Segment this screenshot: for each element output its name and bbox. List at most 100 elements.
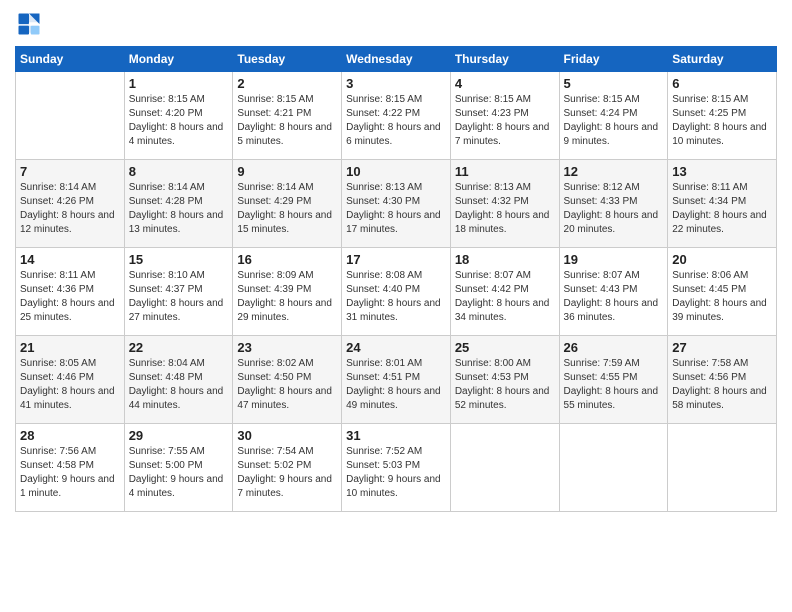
weekday-header-monday: Monday [124,47,233,72]
calendar-cell: 3 Sunrise: 8:15 AMSunset: 4:22 PMDaylight… [342,72,451,160]
calendar-cell: 28Sunrise: 7:56 AMSunset: 4:58 PMDayligh… [16,424,125,512]
calendar-cell: 13 Sunrise: 8:11 AMSunset: 4:34 PMDayligh… [668,160,777,248]
calendar-week-row: 14 Sunrise: 8:11 AMSunset: 4:36 PMDayligh… [16,248,777,336]
calendar-cell: 25 Sunrise: 8:00 AMSunset: 4:53 PMDayligh… [450,336,559,424]
calendar-cell [668,424,777,512]
calendar-week-row: 1 Sunrise: 8:15 AMSunset: 4:20 PMDaylight… [16,72,777,160]
calendar-cell: 8Sunrise: 8:14 AMSunset: 4:28 PMDaylight… [124,160,233,248]
day-info: Sunrise: 8:15 AMSunset: 4:25 PMDaylight:… [672,93,772,149]
day-info: Sunrise: 8:04 AMSunset: 4:48 PMDaylight:… [129,357,229,413]
calendar-cell: 23 Sunrise: 8:02 AMSunset: 4:50 PMDayligh… [233,336,342,424]
day-number: 13 [672,164,772,179]
calendar-cell: 2 Sunrise: 8:15 AMSunset: 4:21 PMDaylight… [233,72,342,160]
calendar-week-row: 7 Sunrise: 8:14 AMSunset: 4:26 PMDaylight… [16,160,777,248]
calendar-cell: 4 Sunrise: 8:15 AMSunset: 4:23 PMDaylight… [450,72,559,160]
day-number: 19 [564,252,664,267]
day-info: Sunrise: 7:56 AMSunset: 4:58 PMDaylight:… [20,445,120,501]
day-number: 22 [129,340,229,355]
day-info: Sunrise: 8:14 AMSunset: 4:26 PMDaylight:… [20,181,120,237]
calendar-cell: 24 Sunrise: 8:01 AMSunset: 4:51 PMDayligh… [342,336,451,424]
header [15,10,777,38]
day-number: 26 [564,340,664,355]
weekday-header-friday: Friday [559,47,668,72]
day-number: 12 [564,164,664,179]
day-number: 11 [455,164,555,179]
day-number: 6 [672,76,772,91]
calendar-cell: 17 Sunrise: 8:08 AMSunset: 4:40 PMDayligh… [342,248,451,336]
page: SundayMondayTuesdayWednesdayThursdayFrid… [0,0,792,612]
day-number: 3 [346,76,446,91]
calendar-cell: 29Sunrise: 7:55 AMSunset: 5:00 PMDayligh… [124,424,233,512]
calendar-cell: 14 Sunrise: 8:11 AMSunset: 4:36 PMDayligh… [16,248,125,336]
calendar-cell [450,424,559,512]
day-number: 17 [346,252,446,267]
calendar-cell: 26 Sunrise: 7:59 AMSunset: 4:55 PMDayligh… [559,336,668,424]
weekday-header-row: SundayMondayTuesdayWednesdayThursdayFrid… [16,47,777,72]
calendar-cell: 27Sunrise: 7:58 AMSunset: 4:56 PMDayligh… [668,336,777,424]
day-info: Sunrise: 8:01 AMSunset: 4:51 PMDaylight:… [346,357,446,413]
day-info: Sunrise: 8:00 AMSunset: 4:53 PMDaylight:… [455,357,555,413]
calendar-table: SundayMondayTuesdayWednesdayThursdayFrid… [15,46,777,512]
day-info: Sunrise: 8:10 AMSunset: 4:37 PMDaylight:… [129,269,229,325]
day-number: 20 [672,252,772,267]
calendar-cell: 15Sunrise: 8:10 AMSunset: 4:37 PMDayligh… [124,248,233,336]
day-info: Sunrise: 7:54 AMSunset: 5:02 PMDaylight:… [237,445,337,501]
day-number: 10 [346,164,446,179]
day-number: 5 [564,76,664,91]
day-number: 7 [20,164,120,179]
calendar-cell: 1 Sunrise: 8:15 AMSunset: 4:20 PMDaylight… [124,72,233,160]
calendar-cell: 12 Sunrise: 8:12 AMSunset: 4:33 PMDayligh… [559,160,668,248]
calendar-cell: 30 Sunrise: 7:54 AMSunset: 5:02 PMDayligh… [233,424,342,512]
day-number: 24 [346,340,446,355]
day-number: 1 [129,76,229,91]
day-info: Sunrise: 8:15 AMSunset: 4:21 PMDaylight:… [237,93,337,149]
weekday-header-tuesday: Tuesday [233,47,342,72]
day-info: Sunrise: 8:14 AMSunset: 4:29 PMDaylight:… [237,181,337,237]
day-info: Sunrise: 8:02 AMSunset: 4:50 PMDaylight:… [237,357,337,413]
day-info: Sunrise: 8:14 AMSunset: 4:28 PMDaylight:… [129,181,229,237]
calendar-cell: 19 Sunrise: 8:07 AMSunset: 4:43 PMDayligh… [559,248,668,336]
day-number: 30 [237,428,337,443]
day-info: Sunrise: 8:11 AMSunset: 4:36 PMDaylight:… [20,269,120,325]
day-info: Sunrise: 8:07 AMSunset: 4:43 PMDaylight:… [564,269,664,325]
day-info: Sunrise: 8:15 AMSunset: 4:20 PMDaylight:… [129,93,229,149]
calendar-week-row: 21 Sunrise: 8:05 AMSunset: 4:46 PMDayligh… [16,336,777,424]
weekday-header-wednesday: Wednesday [342,47,451,72]
day-number: 2 [237,76,337,91]
calendar-cell: 9 Sunrise: 8:14 AMSunset: 4:29 PMDaylight… [233,160,342,248]
day-number: 21 [20,340,120,355]
calendar-cell: 7 Sunrise: 8:14 AMSunset: 4:26 PMDaylight… [16,160,125,248]
day-info: Sunrise: 8:12 AMSunset: 4:33 PMDaylight:… [564,181,664,237]
weekday-header-saturday: Saturday [668,47,777,72]
day-number: 4 [455,76,555,91]
day-info: Sunrise: 8:06 AMSunset: 4:45 PMDaylight:… [672,269,772,325]
logo-icon [15,10,43,38]
day-info: Sunrise: 7:59 AMSunset: 4:55 PMDaylight:… [564,357,664,413]
day-number: 23 [237,340,337,355]
day-info: Sunrise: 8:13 AMSunset: 4:30 PMDaylight:… [346,181,446,237]
calendar-cell: 18Sunrise: 8:07 AMSunset: 4:42 PMDayligh… [450,248,559,336]
day-info: Sunrise: 8:15 AMSunset: 4:23 PMDaylight:… [455,93,555,149]
calendar-cell: 10 Sunrise: 8:13 AMSunset: 4:30 PMDayligh… [342,160,451,248]
calendar-cell: 6 Sunrise: 8:15 AMSunset: 4:25 PMDaylight… [668,72,777,160]
day-info: Sunrise: 8:15 AMSunset: 4:22 PMDaylight:… [346,93,446,149]
calendar-cell: 21 Sunrise: 8:05 AMSunset: 4:46 PMDayligh… [16,336,125,424]
day-info: Sunrise: 8:08 AMSunset: 4:40 PMDaylight:… [346,269,446,325]
day-info: Sunrise: 8:15 AMSunset: 4:24 PMDaylight:… [564,93,664,149]
day-info: Sunrise: 7:55 AMSunset: 5:00 PMDaylight:… [129,445,229,501]
day-number: 16 [237,252,337,267]
calendar-cell: 31Sunrise: 7:52 AMSunset: 5:03 PMDayligh… [342,424,451,512]
day-info: Sunrise: 8:07 AMSunset: 4:42 PMDaylight:… [455,269,555,325]
day-info: Sunrise: 8:09 AMSunset: 4:39 PMDaylight:… [237,269,337,325]
calendar-cell: 16 Sunrise: 8:09 AMSunset: 4:39 PMDayligh… [233,248,342,336]
calendar-cell [16,72,125,160]
day-info: Sunrise: 8:11 AMSunset: 4:34 PMDaylight:… [672,181,772,237]
day-info: Sunrise: 7:58 AMSunset: 4:56 PMDaylight:… [672,357,772,413]
day-number: 9 [237,164,337,179]
day-info: Sunrise: 8:05 AMSunset: 4:46 PMDaylight:… [20,357,120,413]
day-number: 25 [455,340,555,355]
day-number: 14 [20,252,120,267]
calendar-week-row: 28Sunrise: 7:56 AMSunset: 4:58 PMDayligh… [16,424,777,512]
day-info: Sunrise: 7:52 AMSunset: 5:03 PMDaylight:… [346,445,446,501]
weekday-header-thursday: Thursday [450,47,559,72]
